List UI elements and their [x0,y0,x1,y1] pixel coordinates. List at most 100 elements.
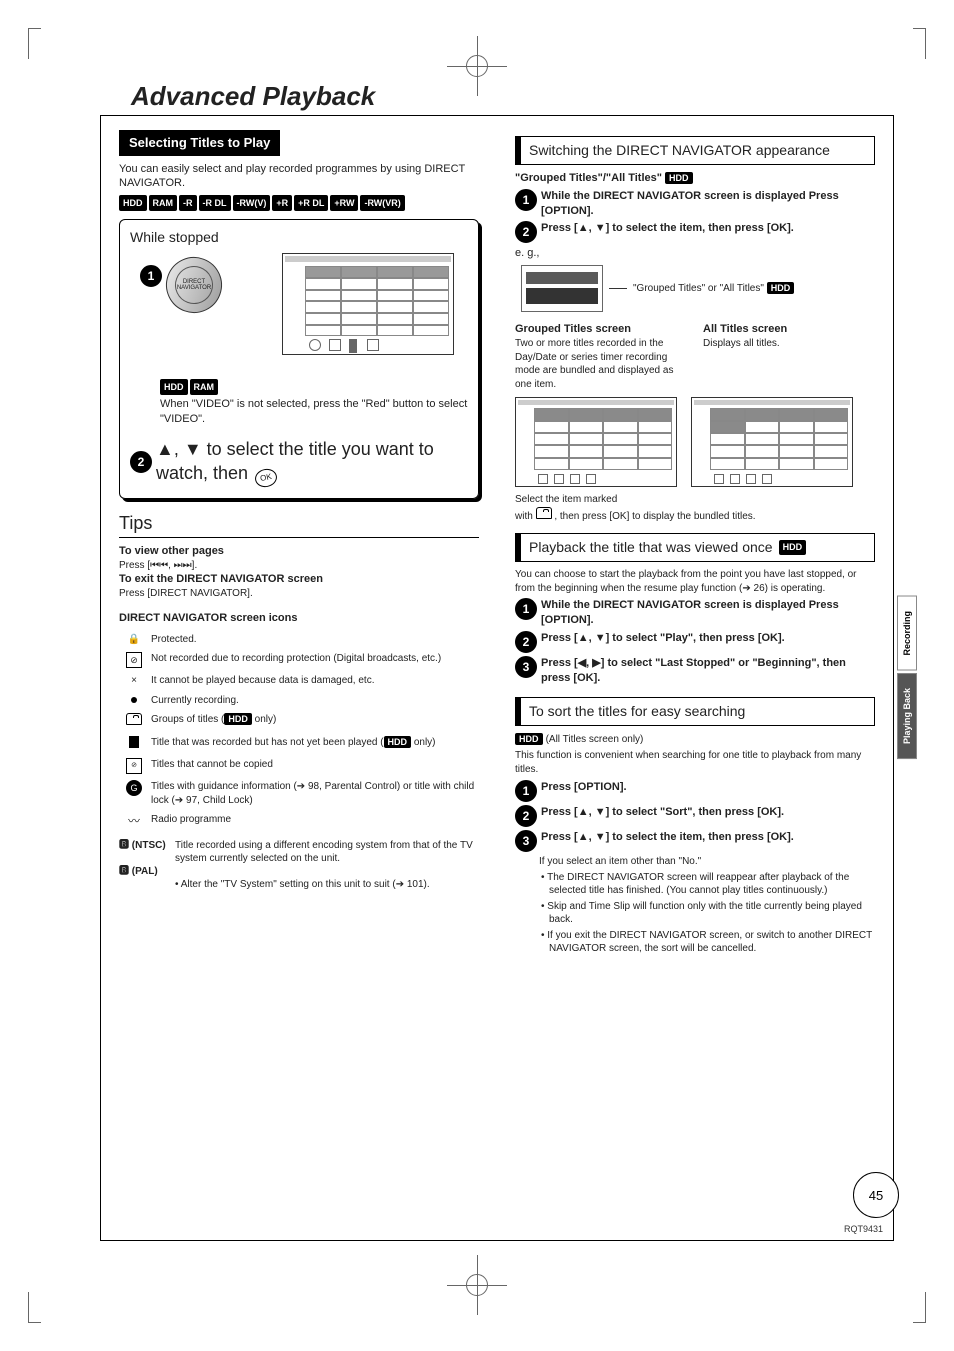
pb-step3: Press [◀, ▶] to select "Last Stopped" or… [541,656,875,686]
sort-sub: HDD (All Titles screen only) [515,732,875,747]
icon-desc: Groups of titles (HDD only) [149,710,479,733]
page-frame: Advanced Playback Recording Playing Back… [100,115,894,1241]
icons-heading: DIRECT NAVIGATOR screen icons [119,611,479,626]
switching-header: Switching the DIRECT NAVIGATOR appearanc… [515,136,875,165]
step-2-badge: 2 [515,221,537,243]
disc-badge: -RW(VR) [360,195,404,211]
disc-badge: -RW(V) [233,195,271,211]
document-code: RQT9431 [844,1224,883,1234]
step-1-badge: 1 [515,598,537,620]
square-icon [329,339,341,351]
step-2-badge: 2 [515,805,537,827]
step-2-text: ▲, ▼ to select the title you want to wat… [156,437,468,487]
disc-badge: RAM [149,195,178,211]
no-record-icon: ⊘ [126,652,142,668]
disc-formats: HDD RAM -R -R DL -RW(V) +R +R DL +RW -RW… [119,195,479,211]
tips-other-pages-t: Press [⏮⏮, ⏭⏭]. [119,559,479,573]
pb-step1: While the DIRECT NAVIGATOR screen is dis… [541,598,875,628]
square-icon [367,339,379,351]
sw-step2: Press [▲, ▼] to select the item, then pr… [541,221,875,236]
intro-text: You can easily select and play recorded … [119,162,479,192]
hdd-ram-note: When "VIDEO" is not selected, press the … [160,397,468,427]
disc-badge: +R [272,195,292,211]
page-number: 45 [853,1172,899,1218]
sort-bullet: • If you exit the DIRECT NAVIGATOR scree… [539,929,875,956]
callout-text: "Grouped Titles" or "All Titles" HDD [633,282,794,296]
icon-desc: Titles that cannot be copied [149,755,479,777]
hdd-badge: HDD [384,736,412,748]
crop-mark [913,1292,926,1323]
two-screenshots [515,397,875,487]
pb-step2: Press [▲, ▼] to select "Play", then pres… [541,631,875,646]
icon-desc: Title that was recorded but has not yet … [149,733,479,756]
all-screen-mock [691,397,853,487]
step-1-badge: 1 [515,189,537,211]
eg-label: e. g., [515,246,875,261]
procedure-box: While stopped 1 DIRECT NAVIGATOR [119,219,479,498]
sort-step1: Press [OPTION]. [541,780,875,795]
icon-desc: Currently recording. [149,691,479,711]
grouped-h: Grouped Titles screen [515,322,687,337]
icons-table: 🔒 Protected. ⊘ Not recorded due to recor… [119,630,479,833]
sort-step2: Press [▲, ▼] to select "Sort", then pres… [541,805,875,820]
step-3-badge: 3 [515,830,537,852]
disc-badge: HDD [119,195,147,211]
hdd-badge: HDD [224,713,252,725]
group-icon [536,507,552,519]
disc-badge: HDD [160,379,188,395]
guidance-icon: G [126,780,142,796]
right-column: Switching the DIRECT NAVIGATOR appearanc… [497,116,893,1240]
grouped-all-label: "Grouped Titles"/"All Titles" HDD [515,171,875,186]
hdd-badge: HDD [515,733,543,745]
disc-badge: RAM [190,379,219,395]
left-column: Selecting Titles to Play You can easily … [101,116,497,1240]
all-h: All Titles screen [703,322,875,337]
icon-desc: Protected. [149,630,479,650]
sort-note-intro: If you select an item other than "No." [539,855,875,869]
system-text: Title recorded using a different encodin… [175,840,473,864]
pal-tag: 🅱 (PAL) [119,865,175,879]
step-2-badge: 2 [515,631,537,653]
leader-line [609,288,627,289]
direct-navigator-button-icon: DIRECT NAVIGATOR [157,248,231,322]
step-2-badge: 2 [130,451,152,473]
tips-exit-t: Press [DIRECT NAVIGATOR]. [119,587,479,601]
playback-intro: You can choose to start the playback fro… [515,568,875,595]
eg-thumbnail [521,265,603,312]
icon-desc: It cannot be played because data is dama… [149,671,479,691]
side-tabs: Recording Playing Back [897,596,917,759]
damaged-icon: × [131,675,137,686]
hdd-badge: HDD [665,172,693,184]
crop-mark [28,1292,41,1323]
select-marked: Select the item marked with , then press… [515,493,875,523]
step1-diagram: 1 DIRECT NAVIGATOR [144,253,454,373]
hdd-badge: HDD [767,282,795,294]
sw-step1: While the DIRECT NAVIGATOR screen is dis… [541,189,875,219]
sort-bullet: • The DIRECT NAVIGATOR screen will reapp… [539,871,875,898]
no-copy-icon: ⊘ [126,758,142,774]
group-icon [126,713,142,725]
step-1-badge: 1 [140,265,162,287]
dot-icon [309,339,321,351]
unplayed-icon [129,736,139,748]
tips-other-pages-h: To view other pages [119,544,479,559]
while-stopped-label: While stopped [130,228,468,247]
lock-icon: 🔒 [128,634,140,645]
sort-bullet: • Skip and Time Slip will function only … [539,900,875,927]
manual-page: Advanced Playback Recording Playing Back… [0,0,954,1351]
all-t: Displays all titles. [703,337,875,351]
tips-heading: Tips [119,511,479,535]
registration-mark [466,1274,488,1296]
icon-desc: Not recorded due to recording protection… [149,649,479,671]
crop-mark [28,28,41,59]
sort-header: To sort the titles for easy searching [515,697,875,726]
step-3-badge: 3 [515,656,537,678]
sort-intro: This function is convenient when searchi… [515,749,875,776]
step-1-badge: 1 [515,780,537,802]
grid-icon [349,339,359,349]
page-title: Advanced Playback [131,81,375,112]
system-bullet: • Alter the "TV System" setting on this … [175,878,479,892]
playback-header: Playback the title that was viewed once … [515,533,875,562]
grouped-screen-mock [515,397,677,487]
navigator-screen-mock [282,253,454,355]
